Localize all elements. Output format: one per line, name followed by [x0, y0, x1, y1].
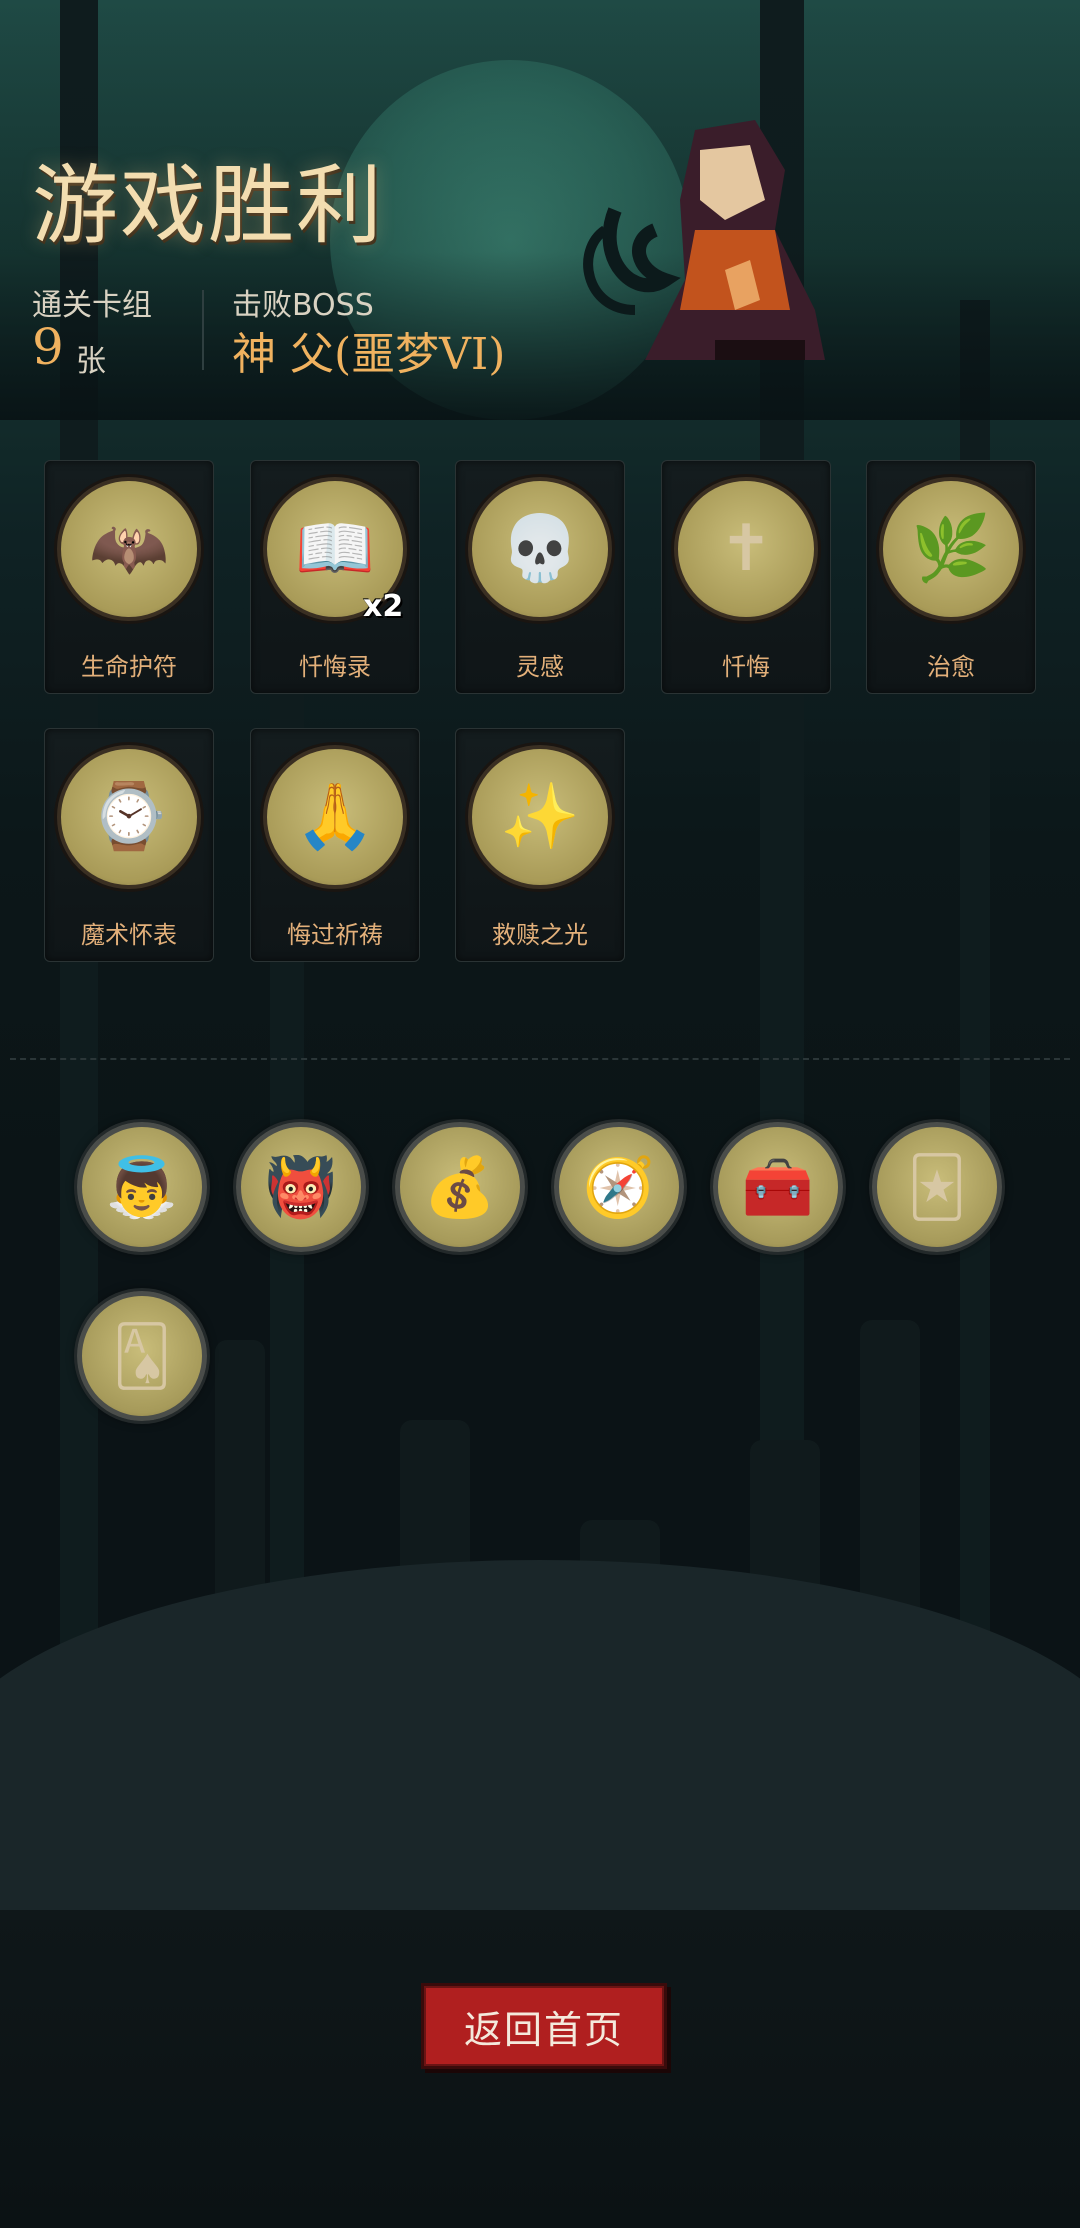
treasure-chest-icon[interactable]: 🧰 — [713, 1122, 843, 1252]
card-item[interactable]: 🦇 生命护符 — [44, 460, 214, 694]
praying-monk-icon: 🙏 — [263, 745, 407, 889]
deck-count: 9 — [32, 318, 64, 376]
card-name: 救赎之光 — [492, 921, 588, 949]
header-divider — [202, 290, 204, 370]
card-item[interactable]: 📖 x2 忏悔录 — [250, 460, 420, 694]
card-item[interactable]: 💀 灵感 — [455, 460, 625, 694]
card-count-badge: x2 — [363, 589, 404, 624]
healing-plant-icon: 🌿 — [879, 477, 1023, 621]
card-name: 灵感 — [516, 653, 564, 681]
card-name: 忏悔 — [722, 653, 770, 681]
scene-background — [0, 0, 1080, 2228]
boss-name: 神 父(噩梦VI) — [232, 329, 506, 380]
light-beam-icon: ✨ — [468, 745, 612, 889]
card-name: 悔过祈祷 — [287, 921, 383, 949]
card-item[interactable]: 🙏 悔过祈祷 — [250, 728, 420, 962]
angel-scroll-icon[interactable]: 👼 — [77, 1122, 207, 1252]
card-name: 魔术怀表 — [81, 921, 177, 949]
skull-brain-icon: 💀 — [468, 477, 612, 621]
card-name: 忏悔录 — [299, 653, 371, 681]
section-divider — [10, 1058, 1070, 1060]
card-item[interactable]: ⌚ 魔术怀表 — [44, 728, 214, 962]
cross-icon: ✝ — [674, 477, 818, 621]
red-demon-icon[interactable]: 👹 — [236, 1122, 366, 1252]
ice-compass-icon[interactable]: 🧭 — [554, 1122, 684, 1252]
deck-unit: 张 — [76, 344, 106, 379]
floor — [0, 1910, 1080, 2228]
card-name: 治愈 — [927, 653, 975, 681]
card-item[interactable]: ✨ 救赎之光 — [455, 728, 625, 962]
card-hand-icon[interactable]: 🃏 — [872, 1122, 1002, 1252]
bat-icon: 🦇 — [57, 477, 201, 621]
card-item[interactable]: ✝ 忏悔 — [661, 460, 831, 694]
playing-cards-icon[interactable]: 🂡 — [77, 1291, 207, 1421]
card-name: 生命护符 — [81, 653, 177, 681]
treasure-gold-icon[interactable]: 💰 — [395, 1122, 525, 1252]
return-home-button[interactable]: 返回首页 — [421, 1983, 667, 2069]
pocket-watch-icon: ⌚ — [57, 745, 201, 889]
page-title: 游戏胜利 — [32, 156, 384, 256]
card-item[interactable]: 🌿 治愈 — [866, 460, 1036, 694]
hooded-hero-portrait — [583, 120, 825, 360]
